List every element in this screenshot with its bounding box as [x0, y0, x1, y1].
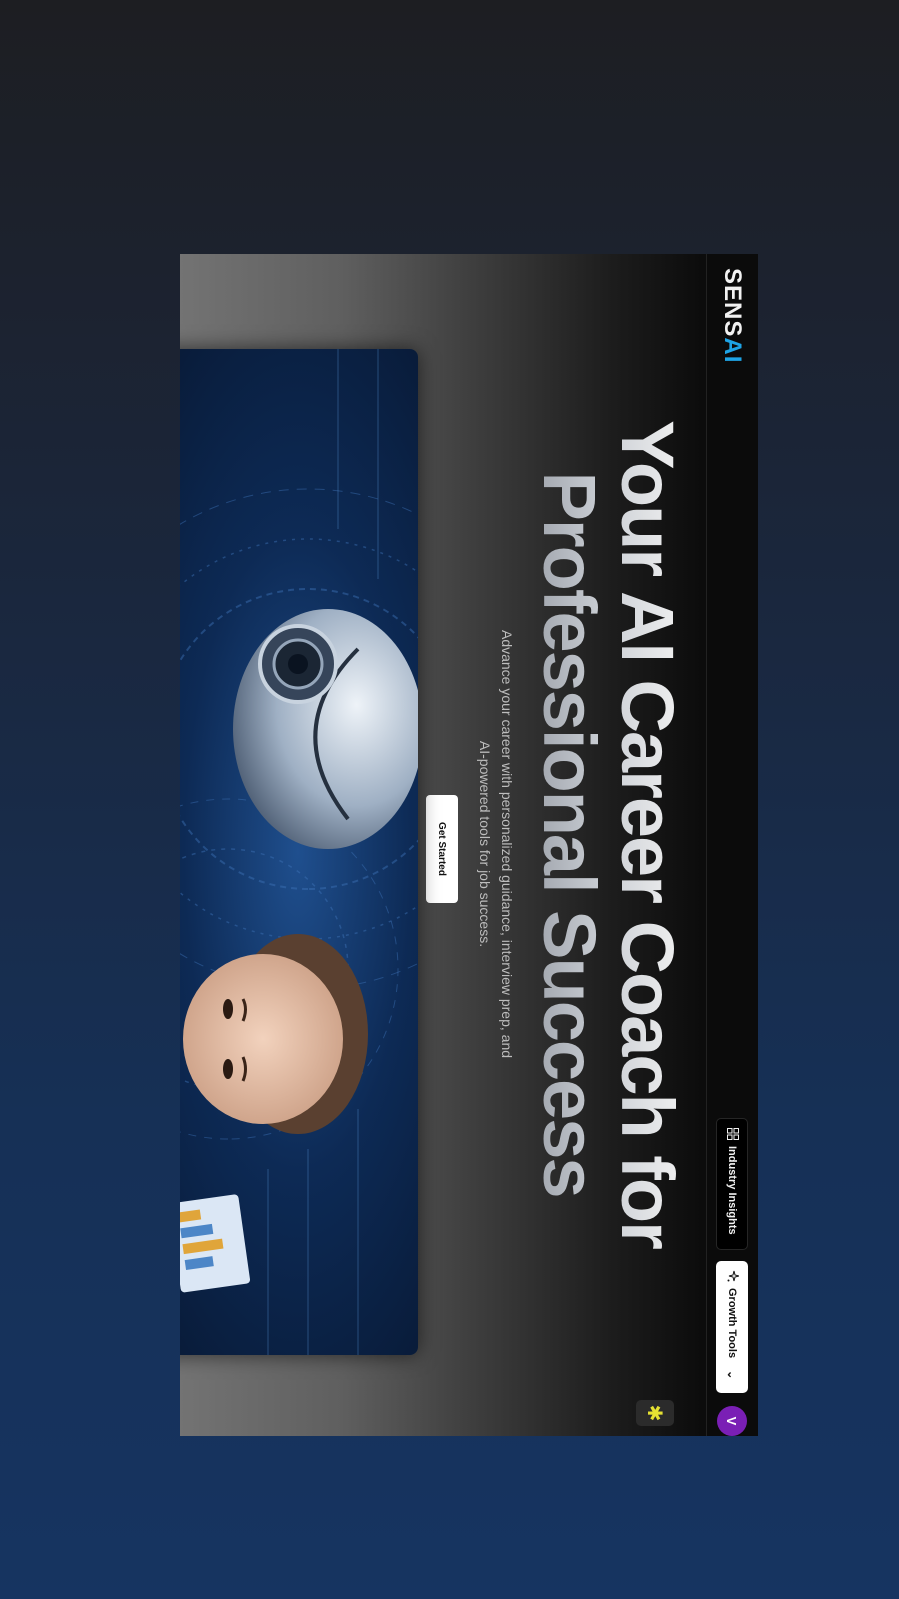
growth-tools-dropdown[interactable]: Growth Tools ⌄	[716, 1261, 748, 1393]
logo-text-suffix: AI	[719, 337, 746, 364]
get-started-button[interactable]: Get Started	[426, 795, 458, 903]
user-avatar[interactable]: V	[717, 1406, 747, 1436]
website-page: SENSAI Industry Insights Growth Tools ⌄ …	[180, 254, 758, 1436]
chevron-down-icon: ⌄	[725, 1370, 738, 1380]
top-nav-bar: SENSAI Industry Insights Growth Tools ⌄ …	[706, 254, 758, 1436]
industry-insights-label: Industry Insights	[726, 1146, 738, 1235]
hero-title: Your AI Career Coach for Professional Su…	[528, 404, 689, 1264]
logo-text-prefix: SEN	[719, 268, 746, 321]
sparkle-burst-icon[interactable]: ✱	[636, 1400, 674, 1426]
logo-text-mid: S	[719, 320, 746, 338]
hero-illustration	[180, 349, 418, 1355]
industry-insights-button[interactable]: Industry Insights	[716, 1118, 748, 1250]
growth-tools-label: Growth Tools	[726, 1288, 738, 1359]
dashboard-grid-icon	[725, 1128, 740, 1140]
hero-subtitle: Advance your career with personalized gu…	[477, 629, 515, 1059]
sparkles-icon	[725, 1270, 740, 1282]
brand-logo[interactable]: SENSAI	[718, 268, 746, 363]
rotated-browser-screenshot: SENSAI Industry Insights Growth Tools ⌄ …	[180, 254, 758, 1436]
